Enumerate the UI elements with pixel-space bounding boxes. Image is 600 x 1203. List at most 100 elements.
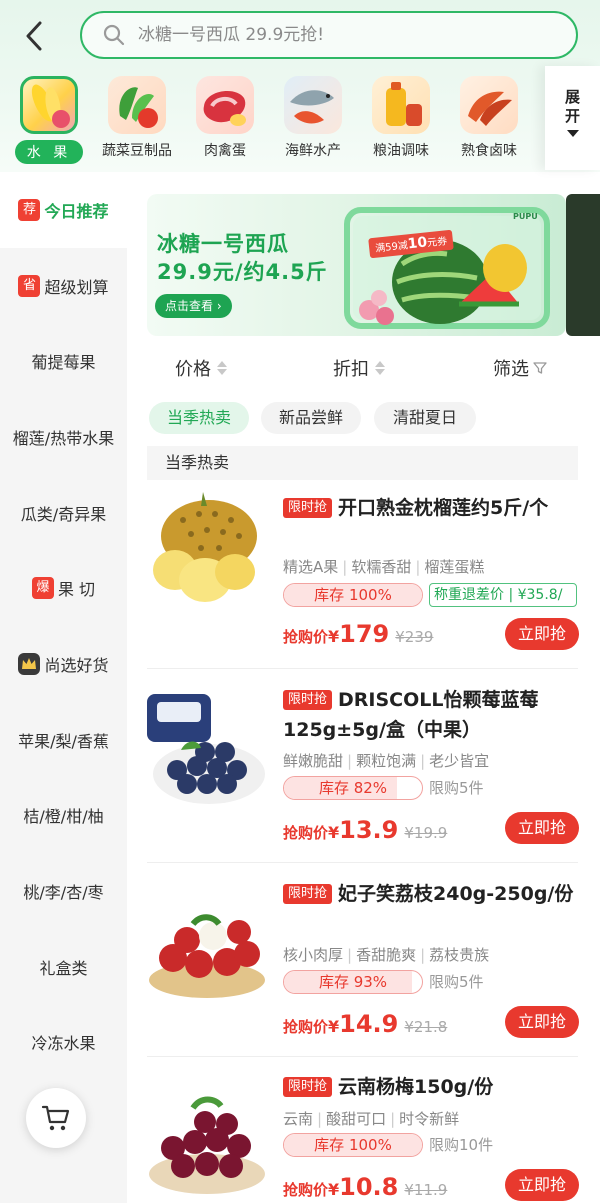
product-tag: 时令新鲜 [399, 1110, 460, 1128]
original-price: ¥11.9 [404, 1181, 448, 1199]
sidebar-item-melons-kiwi[interactable]: 瓜类/奇异果 [0, 475, 127, 551]
meat-thumbnail [196, 76, 254, 134]
sidebar-item-label: 桃/李/杏/枣 [23, 883, 104, 903]
product-name: 限时抢 妃子笑荔枝240g-250g/份 [283, 879, 579, 909]
deli-thumbnail [460, 76, 518, 134]
sidebar-item-apple-pear-banana[interactable]: 苹果/梨/香蕉 [0, 702, 127, 778]
banner-brand: PUPU [513, 212, 538, 221]
flash-sale-badge: 限时抢 [283, 1077, 333, 1097]
price-label: 抢购价 [283, 628, 329, 646]
stock-progress: 库存 82% [283, 776, 423, 800]
sort-discount-label: 折扣 [333, 359, 369, 380]
sidebar-item-citrus[interactable]: 桔/橙/柑/柚 [0, 778, 127, 854]
promo-banner[interactable]: 冰糖一号西瓜 29.9元/约4.5斤 点击查看 › 满59减10元券 PUPU [147, 194, 566, 336]
buy-now-button[interactable]: 立即抢 [505, 1169, 579, 1201]
sidebar-item-label: 葡提莓果 [31, 353, 96, 373]
section-title: 当季热卖 [147, 446, 578, 480]
product-tag: 鲜嫩脆甜 [283, 752, 344, 770]
product-name: 限时抢 开口熟金枕榴莲约5斤/个 [283, 493, 579, 523]
sidebar-item-label: 尚选好货 [44, 655, 109, 675]
stock-progress: 库存 93% [283, 970, 423, 994]
coupon-suffix: 元券 [426, 236, 448, 250]
buy-now-button[interactable]: 立即抢 [505, 812, 579, 844]
chip-seasonal[interactable]: 当季热卖 [149, 402, 249, 434]
category-vegetables[interactable]: 蔬菜豆制品 [93, 72, 181, 160]
purchase-limit: 限购5件 [429, 973, 484, 991]
weight-refund-badge: 称重退差价 | ¥35.8/ [429, 583, 577, 607]
banner-subtitle: 29.9元/约4.5斤 [157, 260, 328, 284]
sidebar-item-stone-fruit[interactable]: 桃/李/杏/枣 [0, 853, 127, 929]
cart-button[interactable] [26, 1088, 86, 1148]
coupon-value: 10 [406, 234, 428, 253]
category-grain-oil[interactable]: 粮油调味 [357, 72, 445, 160]
divider [147, 668, 578, 669]
product-tags: 鲜嫩脆甜 | 颗粒饱满 | 老少皆宜 [283, 752, 490, 770]
product-image[interactable] [143, 490, 269, 616]
back-button[interactable] [18, 18, 50, 54]
sale-price: 13.9 [339, 816, 399, 844]
sidebar-item-label: 今日推荐 [44, 201, 109, 221]
price-row: 抢购价¥179 ¥239 [283, 620, 433, 648]
sidebar-item-gift-box[interactable]: 礼盒类 [0, 929, 127, 1005]
buy-now-button[interactable]: 立即抢 [505, 618, 579, 650]
product-tag: 颗粒饱满 [356, 752, 417, 770]
sidebar-item-super-deal[interactable]: 省超级划算 [0, 248, 127, 324]
original-price: ¥19.9 [404, 824, 448, 842]
product-card[interactable]: 限时抢 云南杨梅150g/份 云南 | 酸甜可口 | 时令新鲜 库存 100% 限购10件… [139, 1072, 584, 1203]
sidebar-item-premium[interactable]: 尚选好货 [0, 626, 127, 702]
buy-now-button[interactable]: 立即抢 [505, 1006, 579, 1038]
sidebar-item-grapes-berries[interactable]: 葡提莓果 [0, 323, 127, 399]
category-label: 粮油调味 [373, 143, 429, 159]
chip-summer[interactable]: 清甜夏日 [374, 402, 476, 434]
next-banner-preview[interactable] [566, 194, 600, 336]
product-tag: 香甜脆爽 [356, 946, 417, 964]
chip-new[interactable]: 新品尝鲜 [261, 402, 361, 434]
product-image[interactable] [143, 690, 269, 816]
price-row: 抢购价¥13.9 ¥19.9 [283, 816, 447, 844]
filter-label: 筛选 [493, 359, 529, 380]
top-header: 水 果 蔬菜豆制品 肉禽蛋 海鲜水产 粮油调味 [0, 0, 600, 172]
expand-label-bottom: 开 [564, 107, 580, 125]
expand-label-top: 展 [564, 88, 580, 106]
flash-sale-badge: 限时抢 [283, 690, 333, 710]
product-image[interactable] [143, 1078, 269, 1203]
category-frozen[interactable]: 冷 [533, 72, 545, 160]
filter-button[interactable]: 筛选 [493, 355, 547, 381]
sidebar-item-durian-tropical[interactable]: 榴莲/热带水果 [0, 399, 127, 475]
sidebar-item-cut-fruit[interactable]: 爆果 切 [0, 550, 127, 626]
product-tag: 老少皆宜 [429, 752, 490, 770]
category-fruit[interactable]: 水 果 [5, 72, 93, 164]
flash-sale-badge: 限时抢 [283, 498, 333, 518]
category-seafood[interactable]: 海鲜水产 [269, 72, 357, 160]
category-deli[interactable]: 熟食卤味 [445, 72, 533, 160]
cart-icon [41, 1105, 70, 1131]
sidebar-item-frozen-fruit[interactable]: 冷冻水果 [0, 1005, 127, 1081]
product-tags: 精选A果 | 软糯香甜 | 榴莲蛋糕 [283, 558, 485, 576]
category-meat-eggs[interactable]: 肉禽蛋 [181, 72, 269, 160]
banner-button-label: 点击查看 [165, 299, 214, 313]
product-card[interactable]: 限时抢 妃子笑荔枝240g-250g/份 核小肉厚 | 香甜脆爽 | 荔枝贵族 库存 93… [139, 878, 584, 1056]
divider [147, 1056, 578, 1057]
sidebar-item-today[interactable]: 荐今日推荐 [0, 172, 127, 248]
product-card[interactable]: 限时抢 DRISCOLL怡颗莓蓝莓125g±5g/盒（中果） 鲜嫩脆甜 | 颗粒饱满 |… [139, 684, 584, 862]
caret-down-icon [566, 130, 579, 137]
price-label: 抢购价 [283, 824, 329, 842]
product-image[interactable] [143, 884, 269, 1010]
search-bar[interactable] [80, 11, 578, 59]
sort-price[interactable]: 价格 [175, 355, 227, 381]
banner-view-button[interactable]: 点击查看 › [155, 294, 232, 318]
category-label: 冷 [533, 140, 545, 160]
product-tag: 精选A果 [283, 558, 339, 576]
product-card[interactable]: 限时抢 开口熟金枕榴莲约5斤/个 精选A果 | 软糯香甜 | 榴莲蛋糕 库存 100% 称… [139, 488, 584, 668]
product-tag: 酸甜可口 [326, 1110, 387, 1128]
search-input[interactable] [138, 25, 518, 45]
stock-progress: 库存 100% [283, 583, 423, 607]
product-tag: 榴莲蛋糕 [424, 558, 485, 576]
purchase-limit: 限购10件 [429, 1136, 494, 1154]
sidebar-item-label: 超级划算 [44, 277, 109, 297]
recommend-tag-icon: 荐 [18, 198, 41, 221]
expand-categories-button[interactable]: 展 开 [545, 66, 600, 170]
price-row: 抢购价¥10.8 ¥11.9 [283, 1173, 447, 1201]
product-tag: 核小肉厚 [283, 946, 344, 964]
sort-discount[interactable]: 折扣 [333, 355, 385, 381]
